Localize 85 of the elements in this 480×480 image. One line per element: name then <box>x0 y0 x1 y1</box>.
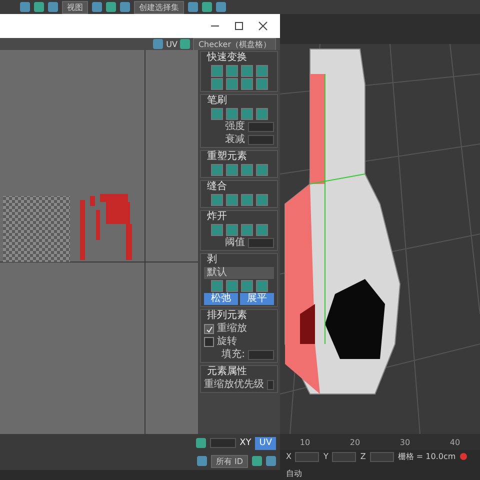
uv-tool-icon[interactable] <box>256 65 268 77</box>
field-label: 阈值 <box>225 237 245 249</box>
id-dropdown[interactable]: 所有 ID <box>210 454 248 468</box>
timeline-ruler[interactable]: 10 20 30 40 <box>280 434 480 450</box>
uv-canvas[interactable] <box>0 50 198 434</box>
uv-tool-icon[interactable] <box>240 164 252 176</box>
grid-size-text: 栅格 = 10.0cm <box>398 451 456 462</box>
uv-tool-icon[interactable] <box>210 78 222 90</box>
field-label: 填充: <box>222 349 245 361</box>
mode-label: UV <box>166 40 178 48</box>
spinner-field[interactable] <box>248 135 274 145</box>
spinner-field[interactable] <box>248 350 274 360</box>
rollout-header[interactable]: 炸开 <box>201 211 277 223</box>
spinner-field[interactable] <box>267 380 274 390</box>
action-button[interactable]: 松弛 <box>204 293 238 305</box>
uv-tool-icon[interactable] <box>240 108 252 120</box>
field-label: 强度 <box>225 121 245 133</box>
checkbox-label: 旋转 <box>217 336 237 348</box>
frame-number: 10 <box>300 438 310 446</box>
rollout-header[interactable]: 剥 <box>201 254 277 266</box>
close-icon[interactable] <box>258 21 268 31</box>
uv-tool-icon[interactable] <box>256 224 268 236</box>
frame-number: 30 <box>400 438 410 446</box>
uv-tool-icon[interactable] <box>256 194 268 206</box>
action-button[interactable]: 展平 <box>240 293 274 305</box>
coord-label: Z <box>360 452 366 461</box>
field-label: 重缩放优先级 <box>204 379 264 391</box>
uv-tool-icon[interactable] <box>256 164 268 176</box>
coordinate-field[interactable] <box>332 452 356 462</box>
uv-tool-icon[interactable] <box>210 108 222 120</box>
uv-button[interactable]: UV <box>255 436 276 450</box>
spinner-field[interactable] <box>248 122 274 132</box>
3d-viewport[interactable] <box>280 14 480 434</box>
checkbox[interactable] <box>204 324 214 334</box>
frame-number: 40 <box>450 438 460 446</box>
uv-tool-icon[interactable] <box>240 78 252 90</box>
uv-tool-icon[interactable] <box>226 280 238 292</box>
auto-key-label: 自动 <box>286 468 302 479</box>
uv-tool-icon[interactable] <box>210 65 222 77</box>
checkbox-label: 重缩放 <box>217 323 247 335</box>
toolbar-tool-icon[interactable] <box>196 456 207 466</box>
toolbar-tool-icon[interactable] <box>196 438 206 448</box>
maximize-icon[interactable] <box>234 21 244 31</box>
coordinate-field[interactable] <box>295 452 320 462</box>
rollout-header[interactable]: 重塑元素 <box>201 151 277 163</box>
spinner-field[interactable] <box>248 238 274 248</box>
uv-tool-icon[interactable] <box>226 108 238 120</box>
uv-tool-icon[interactable] <box>226 224 238 236</box>
uv-tool-icon[interactable] <box>226 194 238 206</box>
preset-dropdown[interactable]: 默认 <box>204 267 274 279</box>
coord-label: X <box>286 452 292 461</box>
uv-tool-icon[interactable] <box>240 224 252 236</box>
rollout-header[interactable]: 元素属性 <box>201 366 277 378</box>
record-icon[interactable] <box>460 453 467 460</box>
uv-tool-icon[interactable] <box>210 224 222 236</box>
coord-label: Y <box>323 452 328 461</box>
uv-tool-icon[interactable] <box>256 78 268 90</box>
uv-tool-icon[interactable] <box>226 164 238 176</box>
rollout-header[interactable]: 缝合 <box>201 181 277 193</box>
frame-number: 20 <box>350 438 360 446</box>
uv-island-drawing <box>80 194 132 260</box>
uv-tool-icon[interactable] <box>240 65 252 77</box>
uv-tool-icon[interactable] <box>226 78 238 90</box>
toolbar-tool-icon[interactable] <box>180 39 190 49</box>
texture-dropdown[interactable]: Checker（棋盘格） <box>193 38 276 50</box>
uv-tool-icon[interactable] <box>210 194 222 206</box>
checker-texture <box>3 196 70 262</box>
field-label: 衰减 <box>225 134 245 146</box>
toolbar-dropdown[interactable]: 创建选择集 <box>134 0 184 14</box>
toolbar-dropdown[interactable]: 视图 <box>62 0 88 14</box>
rollout-header[interactable]: 笔刷 <box>201 95 277 107</box>
uv-tool-icon[interactable] <box>256 108 268 120</box>
spinner-field[interactable] <box>210 438 236 448</box>
uv-tool-icon[interactable] <box>210 280 222 292</box>
uv-tool-icon[interactable] <box>240 194 252 206</box>
uv-tool-icon[interactable] <box>256 280 268 292</box>
uv-tool-icon[interactable] <box>226 65 238 77</box>
axis-label: XY <box>240 438 252 448</box>
toolbar-tool-icon[interactable] <box>153 39 164 49</box>
rollout-header[interactable]: 快速变换 <box>201 52 277 64</box>
uv-tool-icon[interactable] <box>240 280 252 292</box>
rollout-header[interactable]: 排列元素 <box>201 310 277 322</box>
coordinate-field[interactable] <box>370 452 394 462</box>
uv-tool-icon[interactable] <box>210 164 222 176</box>
checkbox[interactable] <box>204 337 214 347</box>
